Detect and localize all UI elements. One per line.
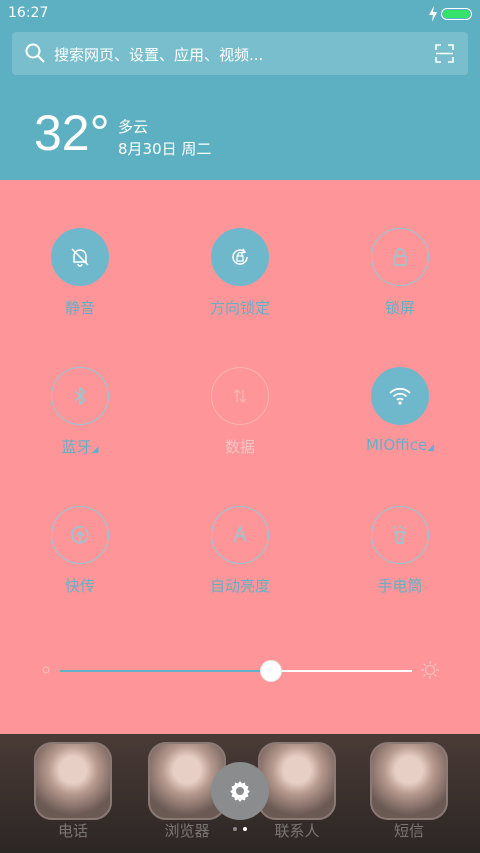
status-bar: 16:27 xyxy=(0,0,480,28)
page-indicator xyxy=(232,827,252,833)
auto-brightness-icon xyxy=(233,524,247,543)
gear-icon xyxy=(230,781,250,802)
settings-button[interactable] xyxy=(211,762,269,820)
brightness-slider[interactable] xyxy=(60,660,412,682)
tile-flashlight-toggle[interactable] xyxy=(371,506,429,564)
tile-lock-screen-label: 锁屏 xyxy=(384,299,415,317)
bell-off-icon xyxy=(71,248,89,267)
search-input[interactable]: 搜索网页、设置、应用、视频... xyxy=(54,44,263,65)
quick-transfer-icon xyxy=(71,525,89,544)
data-arrows-icon xyxy=(233,388,247,404)
expand-corner-icon: ◢ xyxy=(427,443,435,453)
app-contacts-icon[interactable] xyxy=(258,742,336,820)
scan-icon[interactable] xyxy=(435,44,454,63)
tile-auto-brightness-label: 自动亮度 xyxy=(209,577,270,595)
status-time: 16:27 xyxy=(8,5,49,21)
weather-temperature: 32° xyxy=(34,105,110,161)
page-dot-active xyxy=(243,827,247,831)
tile-quick-transfer-toggle[interactable] xyxy=(51,506,109,564)
tile-rotation-lock-label: 方向锁定 xyxy=(209,299,270,317)
tile-data-label: 数据 xyxy=(224,438,255,456)
app-phone-icon[interactable] xyxy=(34,742,112,820)
wifi-icon xyxy=(389,387,411,405)
tile-flashlight-label: 手电筒 xyxy=(377,577,423,595)
app-contacts-label: 联系人 xyxy=(274,822,320,840)
brightness-high-icon xyxy=(421,661,439,679)
rotation-lock-icon xyxy=(232,248,248,265)
page-dot xyxy=(233,827,237,831)
tile-quick-transfer-label: 快传 xyxy=(64,577,95,595)
battery-icon xyxy=(441,8,472,20)
tile-bluetooth-toggle[interactable] xyxy=(51,367,109,425)
weather-date: 8月30日 周二 xyxy=(118,140,212,158)
tile-mute-label: 静音 xyxy=(64,299,95,317)
tile-wifi-toggle[interactable] xyxy=(371,367,429,425)
search-bar[interactable]: 搜索网页、设置、应用、视频... xyxy=(12,32,468,75)
app-messages-icon[interactable] xyxy=(370,742,448,820)
expand-corner-icon: ◢ xyxy=(91,445,99,455)
app-browser-label: 浏览器 xyxy=(164,822,210,840)
brightness-low-icon xyxy=(42,666,50,674)
flashlight-icon xyxy=(393,525,407,544)
weather-condition: 多云 xyxy=(118,118,149,136)
lock-icon xyxy=(393,248,407,266)
tile-wifi-label: MIOffice◢ xyxy=(365,436,435,454)
tile-bluetooth-label: 蓝牙◢ xyxy=(61,438,99,456)
charging-bolt-icon xyxy=(429,6,437,22)
bluetooth-icon xyxy=(74,386,87,406)
search-icon xyxy=(25,43,45,63)
brightness-slider-fill xyxy=(60,670,272,672)
tile-mute-toggle[interactable] xyxy=(51,228,109,286)
app-phone-label: 电话 xyxy=(57,822,88,840)
tile-rotation-lock-toggle[interactable] xyxy=(211,228,269,286)
tile-lock-screen-toggle[interactable] xyxy=(371,228,429,286)
tile-data-toggle[interactable] xyxy=(211,367,269,425)
app-messages-label: 短信 xyxy=(393,822,424,840)
tile-auto-brightness-toggle[interactable] xyxy=(211,506,269,564)
